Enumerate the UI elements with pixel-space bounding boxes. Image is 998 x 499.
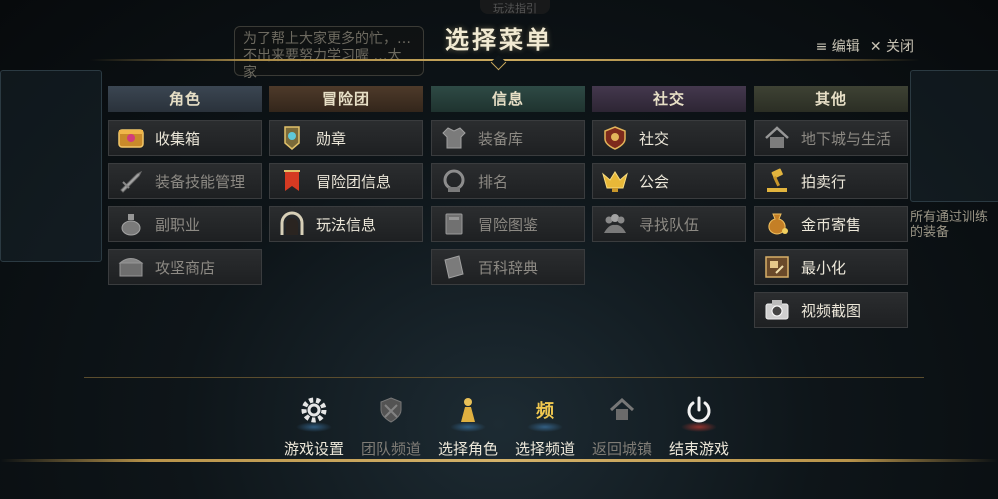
menu-item-label: 拍卖行 bbox=[801, 172, 847, 191]
header-actions: ≡ 编辑 ✕ 关闭 bbox=[816, 36, 914, 56]
edit-button[interactable]: ≡ 编辑 bbox=[816, 36, 860, 56]
menu-item-label: 社交 bbox=[639, 129, 670, 148]
menu-item-dungeon-life[interactable]: 地下城与生活 bbox=[754, 120, 908, 156]
menu-item-label: 最小化 bbox=[801, 258, 847, 277]
background-side-text: 所有通过训练 的装备 bbox=[910, 210, 989, 240]
exit-game-button[interactable]: 结束游戏 bbox=[664, 392, 734, 459]
menu-item-video-screenshot[interactable]: 视频截图 bbox=[754, 292, 908, 328]
party-icon bbox=[601, 210, 629, 238]
column-header-social: 社交 bbox=[592, 86, 746, 112]
menu-item-social[interactable]: 社交 bbox=[592, 120, 746, 156]
portal-icon bbox=[278, 210, 306, 238]
background-panel-left bbox=[0, 70, 102, 262]
bottom-button-label: 团队频道 bbox=[360, 440, 421, 458]
menu-item-label: 勋章 bbox=[316, 129, 347, 148]
ranking-icon bbox=[440, 167, 468, 195]
menu-item-find-party[interactable]: 寻找队伍 bbox=[592, 206, 746, 242]
return-town-button[interactable]: 返回城镇 bbox=[587, 392, 657, 459]
power-icon bbox=[677, 392, 721, 432]
select-character-button[interactable]: 选择角色 bbox=[433, 392, 503, 459]
menu-item-equipment-library[interactable]: 装备库 bbox=[431, 120, 585, 156]
bottom-button-label: 返回城镇 bbox=[591, 440, 652, 458]
menu-item-gold-consignment[interactable]: 金币寄售 bbox=[754, 206, 908, 242]
potion-icon bbox=[117, 210, 145, 238]
bottom-button-label: 结束游戏 bbox=[668, 440, 729, 458]
bottom-button-label: 选择角色 bbox=[437, 440, 498, 458]
character-icon bbox=[446, 392, 490, 432]
menu-item-label: 玩法信息 bbox=[316, 215, 377, 234]
select-channel-button[interactable]: 频 选择频道 bbox=[510, 392, 580, 459]
menu-item-equipment-skill[interactable]: 装备技能管理 bbox=[108, 163, 262, 199]
menu-item-ranking[interactable]: 排名 bbox=[431, 163, 585, 199]
channel-icon: 频 bbox=[523, 392, 567, 432]
menu-item-auction-house[interactable]: 拍卖行 bbox=[754, 163, 908, 199]
menu-item-label: 金币寄售 bbox=[801, 215, 862, 234]
menu-item-label: 视频截图 bbox=[801, 301, 862, 320]
menu-item-gameplay-info[interactable]: 玩法信息 bbox=[269, 206, 423, 242]
guild-icon bbox=[601, 167, 629, 195]
menu-item-label: 冒险图鉴 bbox=[478, 215, 539, 234]
town-icon bbox=[600, 392, 644, 428]
menu-item-label: 攻坚商店 bbox=[155, 258, 216, 277]
minimize-icon bbox=[763, 253, 791, 281]
bottom-gold-rule bbox=[0, 459, 998, 462]
menu-item-sub-profession[interactable]: 副职业 bbox=[108, 206, 262, 242]
banner-icon bbox=[278, 167, 306, 195]
team-channel-button[interactable]: 团队频道 bbox=[356, 392, 426, 459]
menu-item-label: 副职业 bbox=[155, 215, 201, 234]
book-icon bbox=[440, 210, 468, 238]
game-settings-button[interactable]: 游戏设置 bbox=[279, 392, 349, 459]
menu-item-encyclopedia[interactable]: 百科辞典 bbox=[431, 249, 585, 285]
menu-item-label: 寻找队伍 bbox=[639, 215, 700, 234]
column-header-other: 其他 bbox=[754, 86, 908, 112]
medal-icon bbox=[278, 124, 306, 152]
column-header-info: 信息 bbox=[431, 86, 585, 112]
menu-item-raid-shop[interactable]: 攻坚商店 bbox=[108, 249, 262, 285]
menu-item-label: 排名 bbox=[478, 172, 509, 191]
background-panel-right bbox=[910, 70, 998, 202]
menu-item-label: 地下城与生活 bbox=[801, 129, 892, 148]
close-button[interactable]: ✕ 关闭 bbox=[870, 36, 914, 56]
encyclopedia-icon bbox=[440, 253, 468, 281]
team-shield-icon bbox=[369, 392, 413, 428]
menu-item-label: 冒险团信息 bbox=[316, 172, 392, 191]
social-shield-icon bbox=[601, 124, 629, 152]
menu-item-minimize[interactable]: 最小化 bbox=[754, 249, 908, 285]
armor-icon bbox=[440, 124, 468, 152]
bottom-button-label: 游戏设置 bbox=[283, 440, 344, 458]
bottom-divider bbox=[84, 377, 924, 378]
background-hint-tab: 玩法指引 bbox=[480, 0, 550, 15]
menu-item-label: 装备技能管理 bbox=[155, 172, 246, 191]
menu-item-label: 装备库 bbox=[478, 129, 524, 148]
menu-item-guild[interactable]: 公会 bbox=[592, 163, 746, 199]
menu-item-adventure-guide[interactable]: 冒险图鉴 bbox=[431, 206, 585, 242]
menu-item-label: 公会 bbox=[639, 172, 670, 191]
svg-text:频: 频 bbox=[536, 400, 554, 422]
gavel-icon bbox=[763, 167, 791, 195]
gold-bag-icon bbox=[763, 210, 791, 238]
gear-icon bbox=[292, 392, 336, 432]
menu-item-collection-box[interactable]: 收集箱 bbox=[108, 120, 262, 156]
column-header-role: 角色 bbox=[108, 86, 262, 112]
sword-icon bbox=[117, 167, 145, 195]
menu-item-label: 收集箱 bbox=[155, 129, 201, 148]
bottom-button-label: 选择频道 bbox=[514, 440, 575, 458]
house-icon bbox=[763, 124, 791, 152]
header-divider-notch bbox=[490, 54, 507, 71]
menu-item-adventure-team-info[interactable]: 冒险团信息 bbox=[269, 163, 423, 199]
collection-box-icon bbox=[117, 124, 145, 152]
menu-item-medal[interactable]: 勋章 bbox=[269, 120, 423, 156]
camera-icon bbox=[763, 296, 791, 324]
chest-icon bbox=[117, 253, 145, 281]
column-header-adventure: 冒险团 bbox=[269, 86, 423, 112]
menu-item-label: 百科辞典 bbox=[478, 258, 539, 277]
